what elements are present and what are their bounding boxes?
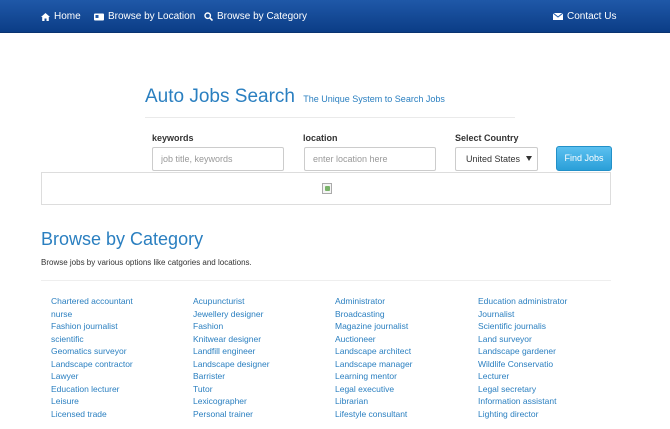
- category-link[interactable]: Chartered accountant: [51, 295, 133, 308]
- find-jobs-button[interactable]: Find Jobs: [556, 146, 612, 171]
- nav-browse-location-label: Browse by Location: [108, 11, 196, 22]
- category-link[interactable]: Landscape manager: [335, 358, 413, 371]
- category-link[interactable]: Landscape gardener: [478, 345, 567, 358]
- hero-tagline: The Unique System to Search Jobs: [303, 94, 445, 104]
- category-link[interactable]: nurse: [51, 308, 133, 321]
- category-link[interactable]: Landscape designer: [193, 358, 270, 371]
- category-link[interactable]: Jewellery designer: [193, 308, 270, 321]
- nav-browse-category-label: Browse by Category: [217, 11, 308, 22]
- nav-browse-location-link[interactable]: Browse by Location: [94, 0, 195, 33]
- hero-divider: [145, 117, 515, 118]
- envelope-icon: [553, 13, 563, 20]
- category-column-4: Education administrator Journalist Scien…: [478, 295, 567, 420]
- category-link[interactable]: Leisure: [51, 395, 133, 408]
- nav-browse-category-link[interactable]: Browse by Category: [204, 0, 307, 33]
- location-input[interactable]: [304, 147, 436, 171]
- category-link[interactable]: Licensed trade: [51, 408, 133, 421]
- category-link[interactable]: Broadcasting: [335, 308, 413, 321]
- category-link[interactable]: Landscape contractor: [51, 358, 133, 371]
- category-link[interactable]: Education lecturer: [51, 383, 133, 396]
- category-link[interactable]: Legal secretary: [478, 383, 567, 396]
- category-link[interactable]: Education administrator: [478, 295, 567, 308]
- category-link[interactable]: Magazine journalist: [335, 320, 413, 333]
- top-navbar: Home Browse by Location Browse by Catego…: [0, 0, 670, 33]
- category-link[interactable]: scientific: [51, 333, 133, 346]
- location-label: location: [303, 133, 338, 143]
- location-card-icon: [94, 13, 104, 20]
- browse-category-description: Browse jobs by various options like catg…: [41, 258, 252, 267]
- banner-area: [41, 172, 611, 205]
- broken-image-icon: [322, 183, 332, 194]
- home-icon: [41, 12, 50, 21]
- keywords-input[interactable]: [152, 147, 284, 171]
- category-link[interactable]: Legal executive: [335, 383, 413, 396]
- category-link[interactable]: Lighting director: [478, 408, 567, 421]
- category-link[interactable]: Auctioneer: [335, 333, 413, 346]
- search-icon: [204, 12, 213, 21]
- country-label: Select Country: [455, 133, 519, 143]
- hero-title-text: Auto Jobs Search: [145, 86, 295, 107]
- category-link[interactable]: Librarian: [335, 395, 413, 408]
- nav-contact-link[interactable]: Contact Us: [553, 0, 616, 33]
- category-link[interactable]: Information assistant: [478, 395, 567, 408]
- category-link[interactable]: Lexicographer: [193, 395, 270, 408]
- category-link[interactable]: Lawyer: [51, 370, 133, 383]
- caret-down-icon: [526, 156, 532, 161]
- category-column-1: Chartered accountant nurse Fashion journ…: [51, 295, 133, 420]
- category-link[interactable]: Personal trainer: [193, 408, 270, 421]
- nav-home-link[interactable]: Home: [41, 0, 81, 33]
- country-select[interactable]: United States: [455, 147, 538, 171]
- page-title: Auto Jobs Search The Unique System to Se…: [145, 86, 445, 108]
- nav-contact-label: Contact Us: [567, 11, 617, 22]
- section-divider: [41, 280, 611, 281]
- category-link[interactable]: Landfill engineer: [193, 345, 270, 358]
- category-link[interactable]: Scientific journalis: [478, 320, 567, 333]
- category-link[interactable]: Tutor: [193, 383, 270, 396]
- category-link[interactable]: Landscape architect: [335, 345, 413, 358]
- category-link[interactable]: Administrator: [335, 295, 413, 308]
- category-link[interactable]: Fashion journalist: [51, 320, 133, 333]
- category-link[interactable]: Fashion: [193, 320, 270, 333]
- keywords-label: keywords: [152, 133, 194, 143]
- category-link[interactable]: Land surveyor: [478, 333, 567, 346]
- category-link[interactable]: Journalist: [478, 308, 567, 321]
- category-column-2: Acupuncturist Jewellery designer Fashion…: [193, 295, 270, 420]
- browse-category-heading: Browse by Category: [41, 229, 204, 249]
- country-select-value: United States: [466, 154, 520, 164]
- category-column-3: Administrator Broadcasting Magazine jour…: [335, 295, 413, 420]
- category-link[interactable]: Acupuncturist: [193, 295, 270, 308]
- category-link[interactable]: Wildlife Conservatio: [478, 358, 567, 371]
- category-link[interactable]: Lifestyle consultant: [335, 408, 413, 421]
- nav-home-label: Home: [54, 11, 81, 22]
- category-link[interactable]: Knitwear designer: [193, 333, 270, 346]
- category-link[interactable]: Learning mentor: [335, 370, 413, 383]
- category-link[interactable]: Barrister: [193, 370, 270, 383]
- category-link[interactable]: Lecturer: [478, 370, 567, 383]
- category-link[interactable]: Geomatics surveyor: [51, 345, 133, 358]
